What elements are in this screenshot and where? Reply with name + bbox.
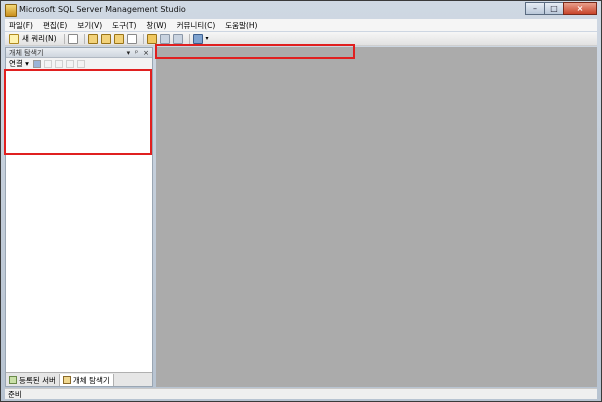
toolbar-separator [63, 33, 65, 44]
menu-bar: 파일(F) 편집(E) 보기(V) 도구(T) 창(W) 커뮤니티(C) 도움말… [5, 19, 597, 31]
connect-server-icon[interactable] [32, 59, 41, 68]
app-window: Microsoft SQL Server Management Studio –… [0, 0, 602, 402]
pane-close-icon[interactable]: × [143, 49, 149, 57]
object-explorer-header: 개체 탐색기 ▾ ᵖ × [6, 48, 152, 58]
save-icon[interactable] [159, 33, 170, 44]
status-bar: 준비 [5, 388, 597, 399]
status-text: 준비 [8, 390, 22, 399]
toolbar-separator [83, 33, 85, 44]
menu-community[interactable]: 커뮤니티(C) [177, 20, 216, 31]
new-query-button[interactable]: 새 쿼리(N) [22, 33, 57, 44]
disconnect-icon[interactable] [43, 59, 52, 68]
maximize-button[interactable]: □ [544, 2, 564, 15]
menu-window[interactable]: 창(W) [146, 20, 166, 31]
menu-edit[interactable]: 편집(E) [43, 20, 67, 31]
filter-icon[interactable] [65, 59, 74, 68]
window-title: Microsoft SQL Server Management Studio [19, 5, 186, 14]
database-engine-query-icon[interactable] [87, 33, 98, 44]
stop-icon[interactable] [54, 59, 63, 68]
new-query-icon [9, 33, 19, 44]
window-controls: – □ × [525, 2, 597, 16]
minimize-button[interactable]: – [525, 2, 545, 15]
new-file-icon[interactable] [67, 33, 78, 44]
mdx-query-icon[interactable] [113, 33, 124, 44]
document-area[interactable] [156, 47, 597, 387]
title-bar[interactable]: Microsoft SQL Server Management Studio –… [1, 1, 601, 19]
refresh-icon[interactable] [76, 59, 85, 68]
tab-registered-servers[interactable]: 등록된 서버 [6, 374, 60, 386]
object-explorer-title: 개체 탐색기 [9, 48, 44, 57]
menu-tools[interactable]: 도구(T) [112, 20, 136, 31]
open-folder-icon[interactable] [146, 33, 157, 44]
pane-dropdown-icon[interactable]: ▾ [127, 49, 131, 57]
menu-help[interactable]: 도움말(H) [225, 20, 257, 31]
menu-view[interactable]: 보기(V) [77, 20, 102, 31]
ssms-app-icon [5, 4, 17, 17]
object-explorer-icon [62, 376, 71, 384]
toolbar-overflow-chevron-icon[interactable]: ▾ [206, 35, 209, 42]
pane-controls: ▾ ᵖ × [122, 49, 149, 57]
save-all-icon[interactable] [172, 33, 183, 44]
analysis-services-query-icon[interactable] [100, 33, 111, 44]
highlight-box-object-explorer-tree [4, 69, 152, 155]
tab-registered-servers-label: 등록된 서버 [19, 375, 56, 385]
pin-icon[interactable]: ᵖ [135, 49, 138, 57]
pane-tab-strip: 등록된 서버 개체 탐색기 [6, 372, 152, 386]
close-button[interactable]: × [563, 2, 597, 15]
menu-file[interactable]: 파일(F) [9, 20, 33, 31]
toolbar-separator [188, 33, 190, 44]
xmla-query-icon[interactable] [126, 33, 137, 44]
tab-object-explorer-label: 개체 탐색기 [72, 375, 110, 385]
tab-object-explorer[interactable]: 개체 탐색기 [59, 374, 114, 386]
activity-monitor-icon[interactable] [192, 33, 203, 44]
registered-servers-icon [9, 376, 17, 384]
connect-button[interactable]: 연결 ▾ [9, 58, 29, 69]
toolbar-separator [142, 33, 144, 44]
highlight-box-document-tabs [155, 44, 355, 59]
